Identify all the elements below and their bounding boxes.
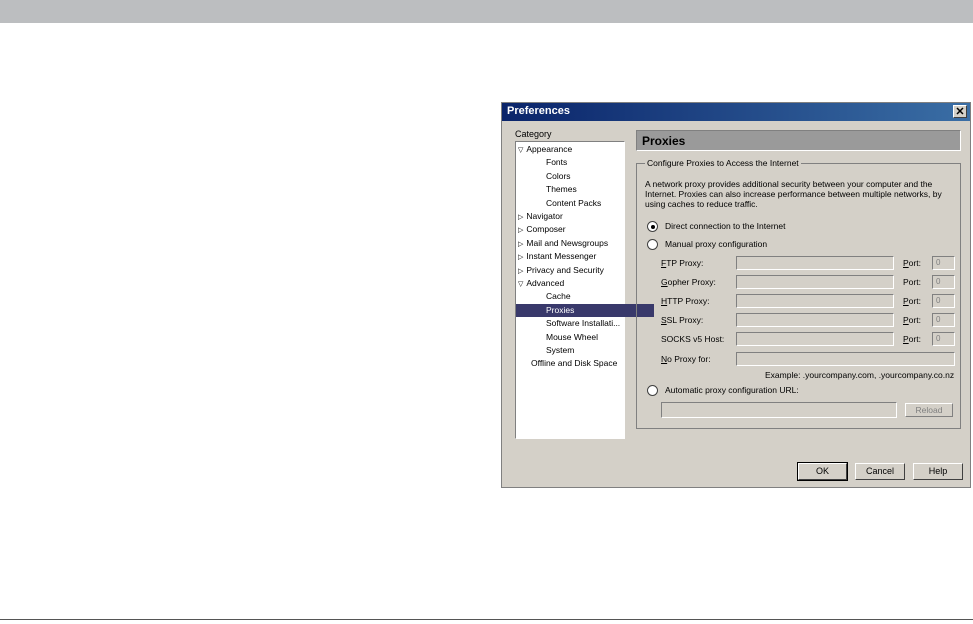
- tree-item-navigator[interactable]: ▷ Navigator: [518, 210, 563, 223]
- collapsed-triangle-icon[interactable]: ▷: [518, 251, 523, 264]
- http-proxy-input[interactable]: [736, 294, 894, 308]
- socks-proxy-label: SOCKS v5 Host:: [661, 334, 725, 344]
- tree-item-label: Proxies: [546, 304, 575, 315]
- gopher-port-label: Port:: [903, 277, 921, 287]
- ftp-port-input[interactable]: 0: [932, 256, 955, 270]
- radio-auto-proxy[interactable]: Automatic proxy configuration URL:: [647, 384, 799, 397]
- tree-item-themes[interactable]: Themes: [546, 183, 577, 196]
- help-button[interactable]: Help: [913, 463, 963, 480]
- tree-item-proxies[interactable]: Proxies: [516, 303, 654, 317]
- tree-item-label: Mail and Newsgroups: [526, 237, 609, 248]
- tree-item-label: Advanced: [526, 278, 565, 288]
- auto-proxy-url-input[interactable]: [661, 402, 897, 418]
- socks-proxy-input[interactable]: [736, 332, 894, 346]
- radio-manual-proxy[interactable]: Manual proxy configuration: [647, 238, 768, 251]
- tree-item-label: Navigator: [526, 211, 563, 221]
- collapsed-triangle-icon[interactable]: ▷: [518, 224, 523, 237]
- tree-item-instant-messenger[interactable]: ▷ Instant Messenger: [518, 250, 596, 263]
- tree-item-label: Instant Messenger: [526, 251, 597, 262]
- radio-auto-indicator[interactable]: [647, 385, 658, 397]
- tree-item-privacy-and-security[interactable]: ▷ Privacy and Security: [518, 264, 604, 277]
- socks-port-input[interactable]: 0: [932, 332, 955, 346]
- panel-header: Proxies: [636, 130, 961, 151]
- ftp-proxy-label: FTP Proxy:: [661, 258, 704, 268]
- tree-item-label: Themes: [546, 184, 577, 195]
- proxy-description: A network proxy provides additional secu…: [645, 179, 942, 209]
- proxy-config-group: Configure Proxies to Access the Internet…: [636, 158, 961, 429]
- ftp-port-label: Port:: [903, 258, 921, 268]
- no-proxy-input[interactable]: [736, 352, 955, 366]
- preferences-dialog: Preferences ✕ Category ▽ Appearance Fonts C…: [501, 102, 971, 488]
- gopher-port-input[interactable]: 0: [932, 275, 955, 289]
- ssl-proxy-input[interactable]: [736, 313, 894, 327]
- tree-item-system[interactable]: System: [546, 344, 574, 357]
- no-proxy-label: No Proxy for:: [661, 354, 711, 364]
- group-legend: Configure Proxies to Access the Internet: [645, 158, 801, 168]
- tree-item-label: Cache: [546, 291, 571, 302]
- ok-button[interactable]: OK: [797, 462, 848, 481]
- dialog-title: Preferences: [507, 105, 570, 117]
- tree-item-software-installati[interactable]: Software Installati...: [546, 317, 620, 330]
- tree-item-label: Composer: [526, 224, 566, 235]
- tree-item-label: Privacy and Security: [526, 264, 604, 275]
- ssl-proxy-label: SSL Proxy:: [661, 315, 704, 325]
- reload-button[interactable]: Reload: [905, 403, 953, 417]
- tree-item-label: Mouse Wheel: [546, 331, 598, 342]
- ftp-proxy-input[interactable]: [736, 256, 894, 270]
- tree-item-label: Appearance: [526, 144, 573, 154]
- tree-item-fonts[interactable]: Fonts: [546, 156, 567, 169]
- no-proxy-example: Example: .yourcompany.com, .yourcompany.…: [765, 370, 955, 380]
- radio-manual-label: Manual proxy configuration: [665, 239, 768, 249]
- radio-manual-indicator[interactable]: [647, 239, 658, 251]
- collapsed-triangle-icon[interactable]: ▷: [518, 211, 523, 224]
- cancel-button[interactable]: Cancel: [855, 463, 905, 480]
- close-icon[interactable]: ✕: [953, 105, 967, 118]
- dialog-titlebar[interactable]: Preferences ✕: [502, 103, 970, 121]
- gopher-proxy-label: Gopher Proxy:: [661, 277, 716, 287]
- tree-item-mail-and-newsgroups[interactable]: ▷ Mail and Newsgroups: [518, 237, 608, 250]
- tree-item-label: Content Packs: [546, 197, 602, 208]
- tree-item-offline-and-disk-space[interactable]: Offline and Disk Space: [531, 357, 617, 370]
- tree-item-mouse-wheel[interactable]: Mouse Wheel: [546, 331, 598, 344]
- top-banner-bar: [0, 0, 973, 23]
- tree-item-label: Colors: [546, 170, 571, 181]
- panel-title: Proxies: [642, 134, 686, 148]
- tree-item-cache[interactable]: Cache: [546, 290, 571, 303]
- http-port-label: Port:: [903, 296, 921, 306]
- radio-direct-connection[interactable]: Direct connection to the Internet: [647, 220, 786, 233]
- radio-auto-label: Automatic proxy configuration URL:: [665, 385, 799, 395]
- tree-item-label: Software Installati...: [546, 318, 621, 329]
- collapsed-triangle-icon[interactable]: ▷: [518, 265, 523, 278]
- http-port-input[interactable]: 0: [932, 294, 955, 308]
- radio-direct-label: Direct connection to the Internet: [665, 221, 786, 231]
- ssl-port-label: Port:: [903, 315, 921, 325]
- expanded-triangle-icon[interactable]: ▽: [518, 278, 523, 291]
- tree-item-label: Fonts: [546, 157, 568, 168]
- collapsed-triangle-icon[interactable]: ▷: [518, 238, 523, 251]
- socks-port-label: Port:: [903, 334, 921, 344]
- tree-item-label: Offline and Disk Space: [531, 358, 618, 369]
- tree-item-appearance[interactable]: ▽ Appearance: [518, 143, 572, 156]
- tree-item-label: System: [546, 345, 575, 355]
- tree-item-colors[interactable]: Colors: [546, 170, 571, 183]
- category-label: Category: [515, 129, 552, 139]
- tree-item-composer[interactable]: ▷ Composer: [518, 223, 566, 236]
- radio-direct-indicator[interactable]: [647, 221, 658, 233]
- category-tree[interactable]: ▽ Appearance Fonts Colors Themes Content Pack…: [515, 141, 654, 439]
- tree-item-advanced[interactable]: ▽ Advanced: [518, 277, 564, 290]
- tree-item-content-packs[interactable]: Content Packs: [546, 197, 601, 210]
- ssl-port-input[interactable]: 0: [932, 313, 955, 327]
- expanded-triangle-icon[interactable]: ▽: [518, 144, 523, 157]
- bottom-rule: [0, 619, 973, 620]
- http-proxy-label: HTTP Proxy:: [661, 296, 710, 306]
- gopher-proxy-input[interactable]: [736, 275, 894, 289]
